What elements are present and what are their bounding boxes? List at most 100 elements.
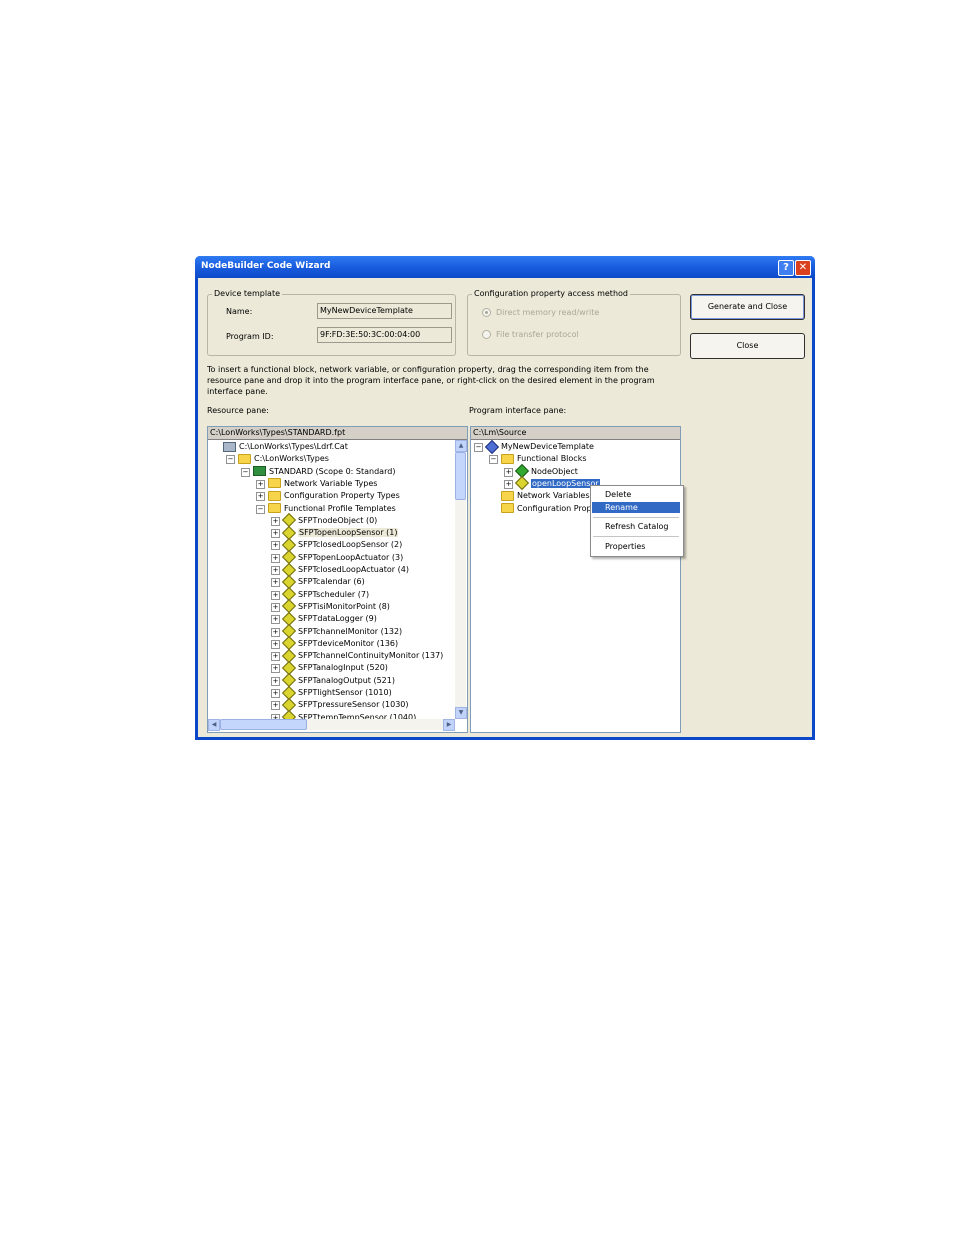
program-id-label: Program ID: xyxy=(226,332,274,341)
hscroll-thumb[interactable] xyxy=(220,719,307,730)
expand-icon[interactable]: + xyxy=(271,566,280,575)
tree-item[interactable]: + SFPTpressureSensor (1030) xyxy=(271,697,409,712)
device-template-legend: Device template xyxy=(212,289,283,298)
program-id-field[interactable]: 9F:FD:3E:50:3C:00:04:00 xyxy=(317,327,452,343)
tree-item[interactable]: − C:\LonWorks\Types xyxy=(226,453,329,465)
scroll-down-icon[interactable]: ▼ xyxy=(455,707,467,719)
tree-item[interactable]: − Functional Blocks xyxy=(489,453,587,465)
tree-item[interactable]: + SFPTchannelMonitor (132) xyxy=(271,623,403,639)
file-transfer-radio[interactable] xyxy=(482,330,491,339)
tree-item-label: SFPTscheduler (7) xyxy=(298,589,370,599)
expand-icon[interactable]: + xyxy=(271,590,280,600)
close-button[interactable]: Close xyxy=(690,333,805,359)
expand-icon[interactable]: + xyxy=(271,627,280,637)
tree-item[interactable]: + SFPTanalogInput (520) xyxy=(271,660,388,675)
collapse-icon[interactable]: − xyxy=(474,443,483,452)
close-icon[interactable]: ✕ xyxy=(795,260,811,276)
resource-pane[interactable]: C:\LonWorks\Types\STANDARD.fpt C:\LonWor… xyxy=(207,426,468,733)
context-menu: Delete Rename Refresh Catalog Properties xyxy=(590,485,684,557)
tree-item-label: SFPTdataLogger (9) xyxy=(298,614,377,624)
tree-item[interactable]: Network Variables xyxy=(501,490,590,502)
expand-icon[interactable]: + xyxy=(271,701,280,711)
title-bar[interactable]: NodeBuilder Code Wizard ? ✕ xyxy=(195,256,815,278)
expand-icon[interactable]: + xyxy=(271,615,280,625)
tree-item-label: NodeObject xyxy=(531,466,578,476)
tree-item[interactable]: − Functional Profile Templates xyxy=(256,503,396,515)
tree-item-label: Network Variables xyxy=(517,491,590,501)
tree-item[interactable]: − MyNewDeviceTemplate xyxy=(474,439,594,454)
tree-item[interactable]: + Configuration Property Types xyxy=(256,490,400,502)
expand-icon[interactable]: + xyxy=(504,467,513,477)
tree-item-label: SFPTdeviceMonitor (136) xyxy=(298,638,399,648)
tree-item[interactable]: + SFPTscheduler (7) xyxy=(271,587,370,602)
vscroll-thumb[interactable] xyxy=(455,452,466,500)
collapse-icon[interactable]: − xyxy=(256,504,265,514)
tree-item[interactable]: + Network Variable Types xyxy=(256,478,377,490)
tree-item[interactable]: + SFPTopenLoopSensor (1) xyxy=(271,525,399,540)
tree-item[interactable]: + SFPTchannelContinuityMonitor (137) xyxy=(271,648,443,663)
expand-icon[interactable]: + xyxy=(256,492,265,502)
name-field[interactable]: MyNewDeviceTemplate xyxy=(317,303,452,319)
tree-item[interactable]: + SFPTdeviceMonitor (136) xyxy=(271,636,399,651)
tree-item[interactable]: Configuration Prope xyxy=(501,503,597,515)
tree-item[interactable]: + SFPTisiMonitorPoint (8) xyxy=(271,599,390,614)
resource-tree[interactable]: C:\LonWorks\Types\Ldrf.Cat − C:\LonWorks\T… xyxy=(208,440,454,719)
tree-item[interactable]: + SFPTtempTempSensor (1040) xyxy=(271,710,416,719)
tree-item-label: SFPTchannelMonitor (132) xyxy=(298,626,403,636)
program-interface-pane[interactable]: C:\Lm\Source − MyNewDeviceTemplate − Functi… xyxy=(470,426,681,733)
tree-item[interactable]: + SFPTnodeObject (0) xyxy=(271,513,377,528)
expand-icon[interactable]: + xyxy=(271,664,280,674)
tree-item[interactable]: + SFPTlightSensor (1010) xyxy=(271,685,392,700)
tree-item-label: SFPTcalendar (6) xyxy=(298,577,365,587)
expand-icon[interactable]: + xyxy=(271,516,280,526)
tree-item[interactable]: + SFPTanalogOutput (521) xyxy=(271,673,395,688)
generate-and-close-button[interactable]: Generate and Close xyxy=(690,294,805,320)
menu-separator xyxy=(593,536,679,537)
tree-item[interactable]: + NodeObject xyxy=(504,464,578,479)
program-tree[interactable]: − MyNewDeviceTemplate − Functional Blocks + N… xyxy=(471,439,678,730)
tree-item[interactable]: + SFPTopenLoopActuator (3) xyxy=(271,550,403,565)
tree-item[interactable]: + SFPTclosedLoopSensor (2) xyxy=(271,537,403,552)
scroll-right-icon[interactable]: ▶ xyxy=(443,719,455,731)
program-pane-label: Program interface pane: xyxy=(469,406,567,415)
collapse-icon[interactable]: − xyxy=(489,455,498,465)
expand-icon[interactable]: + xyxy=(271,652,280,662)
expand-icon[interactable]: + xyxy=(271,689,280,698)
functional-block-icon xyxy=(514,476,530,491)
folder-icon xyxy=(501,453,514,464)
expand-icon[interactable]: + xyxy=(504,479,513,489)
scroll-up-icon[interactable]: ▲ xyxy=(455,440,467,452)
menu-item-refresh-catalog[interactable]: Refresh Catalog xyxy=(592,521,680,532)
collapse-icon[interactable]: − xyxy=(226,455,235,465)
tree-item-label: C:\LonWorks\Types xyxy=(254,454,329,464)
menu-item-delete[interactable]: Delete xyxy=(592,489,680,500)
instructions-text: To insert a functional block, network va… xyxy=(207,365,655,396)
expand-icon[interactable]: + xyxy=(271,578,280,588)
dialog-body: Device template Name: MyNewDeviceTemplat… xyxy=(198,278,812,737)
expand-icon[interactable]: + xyxy=(271,602,280,612)
tree-item[interactable]: + SFPTdataLogger (9) xyxy=(271,611,377,626)
tree-item-label: SFPTclosedLoopSensor (2) xyxy=(298,540,403,550)
menu-item-properties[interactable]: Properties xyxy=(592,541,680,552)
resource-vscrollbar[interactable]: ▲ ▼ xyxy=(455,440,467,719)
expand-icon[interactable]: + xyxy=(271,639,280,649)
expand-icon[interactable]: + xyxy=(271,553,280,563)
tree-item-label: Configuration Prope xyxy=(517,503,597,513)
expand-icon[interactable]: + xyxy=(271,541,280,551)
tree-item[interactable]: + SFPTclosedLoopActuator (4) xyxy=(271,562,409,577)
expand-icon[interactable]: + xyxy=(256,479,265,489)
tree-item[interactable]: − STANDARD (Scope 0: Standard) xyxy=(241,466,395,478)
help-icon[interactable]: ? xyxy=(778,260,794,276)
collapse-icon[interactable]: − xyxy=(241,467,250,477)
tree-item[interactable]: C:\LonWorks\Types\Ldrf.Cat xyxy=(223,441,348,453)
folder-icon xyxy=(268,490,281,501)
tree-item[interactable]: + openLoopSensor xyxy=(504,476,600,491)
scroll-left-icon[interactable]: ◀ xyxy=(208,719,220,731)
expand-icon[interactable]: + xyxy=(271,676,280,686)
menu-item-rename[interactable]: Rename xyxy=(592,502,680,513)
expand-icon[interactable]: + xyxy=(271,529,280,539)
tree-item-label: MyNewDeviceTemplate xyxy=(501,442,594,451)
tree-item[interactable]: + SFPTcalendar (6) xyxy=(271,574,365,589)
resource-hscrollbar[interactable]: ◀ ▶ xyxy=(208,719,455,731)
direct-memory-radio[interactable] xyxy=(482,308,491,317)
